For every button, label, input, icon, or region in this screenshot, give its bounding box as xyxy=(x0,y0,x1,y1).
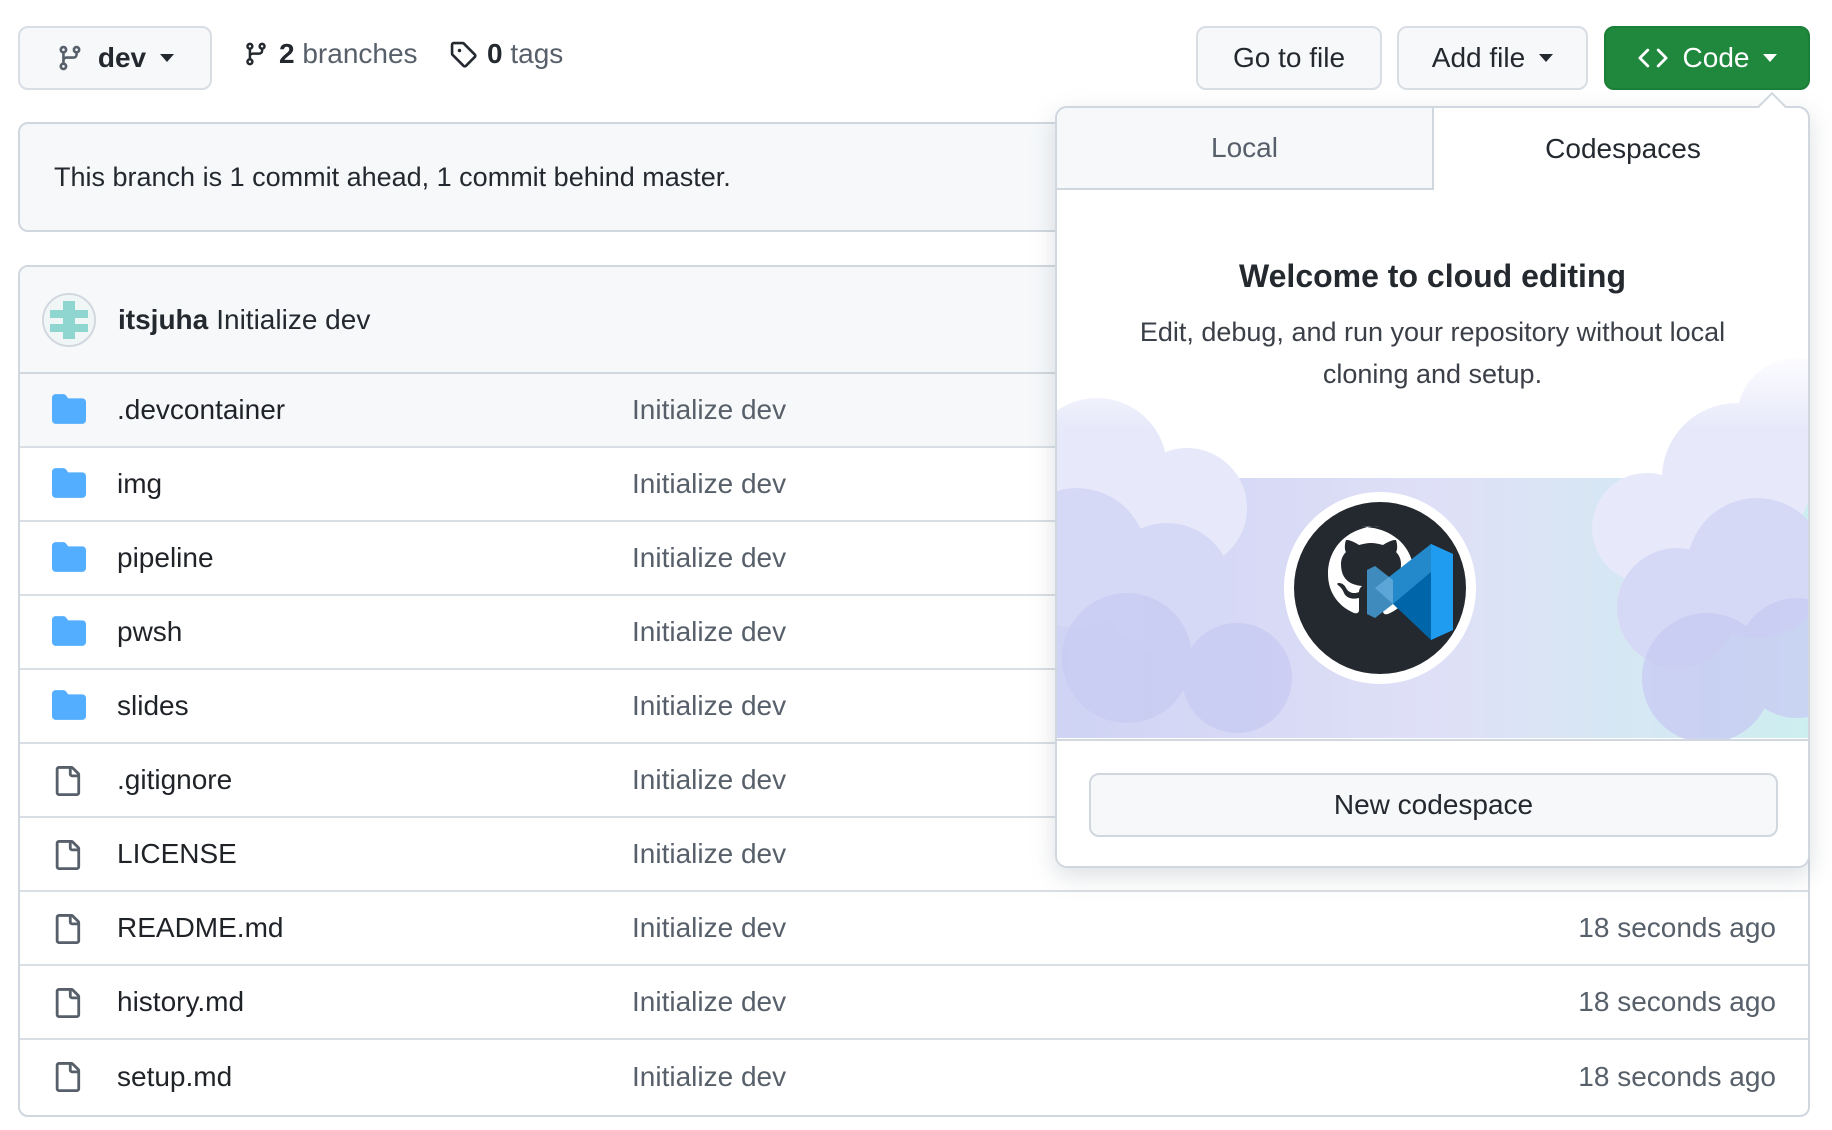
code-brackets-icon xyxy=(1638,48,1668,68)
add-file-button[interactable]: Add file xyxy=(1397,26,1588,90)
commit-time: 18 seconds ago xyxy=(1578,912,1776,943)
commit-message-link[interactable]: Initialize dev xyxy=(632,468,786,500)
file-name-link[interactable]: history.md xyxy=(117,986,244,1018)
table-row[interactable]: README.md Initialize dev 18 seconds ago xyxy=(20,892,1808,966)
table-row[interactable]: history.md Initialize dev 18 seconds ago xyxy=(20,966,1808,1040)
file-name-link[interactable]: .gitignore xyxy=(117,764,232,796)
file-icon xyxy=(52,986,86,1020)
folder-icon xyxy=(52,468,86,502)
file-icon xyxy=(52,1060,86,1094)
commit-message-link[interactable]: Initialize dev xyxy=(632,690,786,722)
commit-time: 18 seconds ago xyxy=(1578,986,1776,1017)
git-branch-icon xyxy=(246,42,266,66)
code-dropdown: Local Codespaces Welcome to cloud editin… xyxy=(1055,106,1810,868)
dropdown-title: Welcome to cloud editing xyxy=(1239,258,1626,294)
dropdown-tabs: Local Codespaces xyxy=(1057,108,1808,190)
branch-name: dev xyxy=(97,42,147,73)
code-button[interactable]: Code xyxy=(1604,26,1810,90)
commit-message-link[interactable]: Initialize dev xyxy=(632,542,786,574)
file-name-link[interactable]: img xyxy=(117,468,162,500)
file-icon xyxy=(52,838,86,872)
branches-label: branches xyxy=(302,38,418,69)
commit-message-link[interactable]: Initialize dev xyxy=(632,616,786,648)
commit-message-link[interactable]: Initialize dev xyxy=(632,394,786,426)
commit-message-link[interactable]: Initialize dev xyxy=(632,764,786,796)
commit-message-link[interactable]: Initialize dev xyxy=(632,986,786,1018)
file-name-link[interactable]: README.md xyxy=(117,912,283,944)
chevron-down-icon xyxy=(160,54,175,62)
dropdown-footer: New codespace xyxy=(1057,739,1808,866)
table-row[interactable]: setup.md Initialize dev 18 seconds ago xyxy=(20,1040,1808,1114)
tags-label: tags xyxy=(510,38,564,69)
commit-author[interactable]: itsjuha xyxy=(118,304,208,336)
file-icon xyxy=(52,912,86,946)
commit-time: 18 seconds ago xyxy=(1578,1061,1776,1092)
commit-message-link[interactable]: Initialize dev xyxy=(632,1061,786,1093)
file-name-link[interactable]: pwsh xyxy=(117,616,182,648)
file-name-link[interactable]: pipeline xyxy=(117,542,214,574)
folder-icon xyxy=(52,394,86,428)
branch-selector-button[interactable]: dev xyxy=(18,26,212,90)
branch-status-text: This branch is 1 commit ahead, 1 commit … xyxy=(54,161,731,192)
file-name-link[interactable]: slides xyxy=(117,690,189,722)
branches-count: 2 xyxy=(279,38,295,69)
new-codespace-button[interactable]: New codespace xyxy=(1089,773,1778,837)
folder-icon xyxy=(52,542,86,576)
file-icon xyxy=(52,764,86,798)
file-name-link[interactable]: .devcontainer xyxy=(117,394,285,426)
add-file-label: Add file xyxy=(1431,42,1526,73)
file-name-link[interactable]: setup.md xyxy=(117,1061,232,1093)
commit-message[interactable]: Initialize dev xyxy=(216,304,370,336)
branches-link[interactable]: 2 branches xyxy=(243,38,418,70)
tag-icon xyxy=(450,41,477,68)
chevron-down-icon xyxy=(1763,54,1778,62)
go-to-file-label: Go to file xyxy=(1232,42,1346,73)
tags-link[interactable]: 0 tags xyxy=(449,38,563,70)
file-name-link[interactable]: LICENSE xyxy=(117,838,237,870)
folder-icon xyxy=(52,690,86,724)
go-to-file-button[interactable]: Go to file xyxy=(1196,26,1382,90)
code-label: Code xyxy=(1682,42,1750,73)
tab-local[interactable]: Local xyxy=(1057,108,1434,190)
tab-codespaces[interactable]: Codespaces xyxy=(1434,108,1808,190)
git-branch-icon xyxy=(59,45,81,71)
folder-icon xyxy=(52,616,86,650)
dropdown-description: Edit, debug, and run your repository wit… xyxy=(1139,317,1726,389)
commit-message-link[interactable]: Initialize dev xyxy=(632,912,786,944)
tags-count: 0 xyxy=(487,38,503,69)
avatar[interactable] xyxy=(42,292,96,347)
chevron-down-icon xyxy=(1539,54,1554,62)
commit-message-link[interactable]: Initialize dev xyxy=(632,838,786,870)
